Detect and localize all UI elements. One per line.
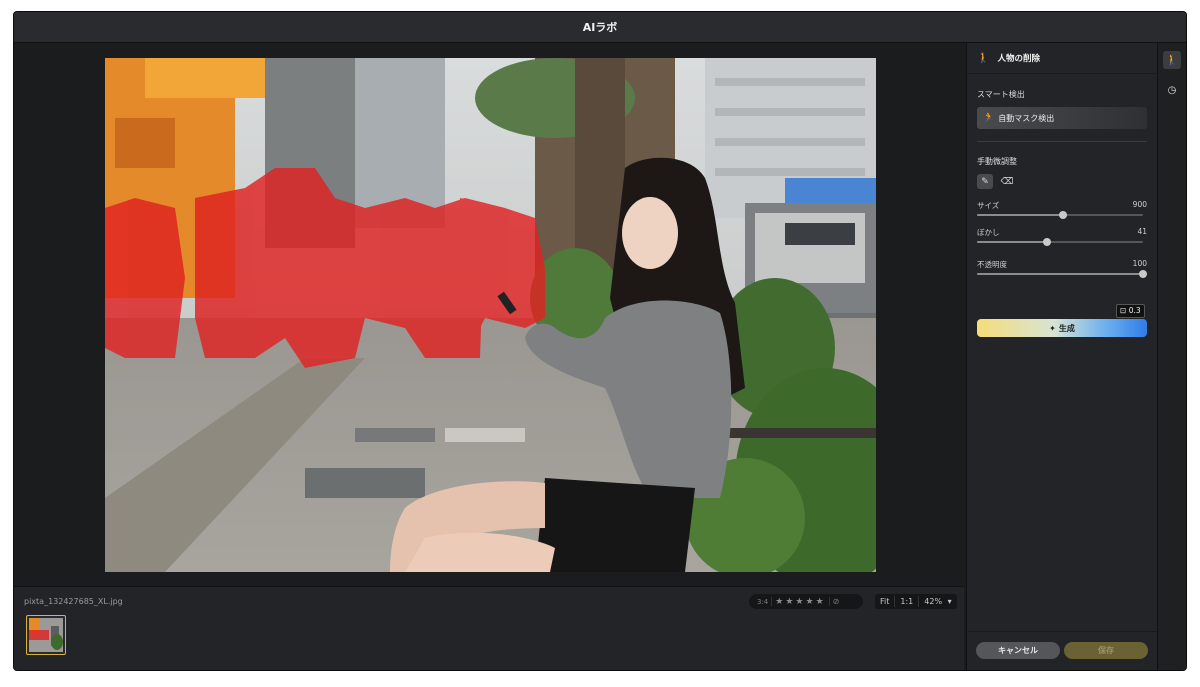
blur-slider-value: 41	[1137, 227, 1147, 236]
generate-label: 生成	[1058, 323, 1075, 333]
ratio-label: 3:4	[757, 597, 769, 606]
credit-cost-badge: ⊡ 0.3	[1116, 304, 1145, 318]
thumbnail-image	[29, 618, 63, 652]
auto-mask-button[interactable]: 🏃 自動マスク検出	[977, 107, 1147, 129]
panel-title: 人物の削除	[997, 54, 1040, 64]
tool-rail: 🚶 ◷	[1157, 43, 1186, 670]
credit-icon: ⊡	[1120, 306, 1127, 315]
blur-slider[interactable]	[977, 238, 1143, 246]
manual-adjust-title: 手動微調整	[977, 157, 1017, 166]
app-window: AIラボ pixta_132427685_XL.jpg 3:4 ★ ★ ★ ★ …	[14, 12, 1186, 670]
zoom-controls: Fit 1:1 42% ▾	[875, 594, 957, 609]
star-4-icon[interactable]: ★	[806, 597, 814, 607]
photo-image	[105, 58, 876, 572]
rating-bar: 3:4 ★ ★ ★ ★ ★ ⊘	[749, 594, 863, 609]
opacity-slider-fill	[977, 273, 1143, 275]
blur-slider-handle[interactable]	[1042, 238, 1051, 246]
eraser-icon: ⌫	[1000, 176, 1014, 187]
canvas-area[interactable]	[14, 43, 964, 583]
brush-tool-button[interactable]: ✎	[977, 174, 993, 189]
divider	[771, 597, 773, 606]
credit-cost-value: 0.3	[1128, 306, 1141, 315]
walking-person-icon: 🏃	[983, 113, 995, 123]
photo-canvas[interactable]	[105, 58, 876, 572]
person-removal-tool-button[interactable]: 🚶	[1163, 51, 1181, 69]
size-slider-value: 900	[1132, 200, 1147, 209]
star-3-icon[interactable]: ★	[795, 597, 803, 607]
thumbnail-selected[interactable]	[26, 615, 66, 655]
zoom-level-select[interactable]: 42% ▾	[919, 594, 956, 609]
panel-header: 🚶 人物の削除	[967, 43, 1157, 74]
generate-button[interactable]: ✦ 生成	[977, 319, 1147, 337]
brush-icon: ✎	[981, 176, 989, 187]
star-1-icon[interactable]: ★	[775, 597, 783, 607]
chevron-down-icon: ▾	[947, 597, 952, 606]
sparkle-icon: ✦	[1049, 323, 1056, 333]
zoom-1to1-button[interactable]: 1:1	[895, 594, 918, 609]
divider	[828, 597, 830, 606]
walking-person-icon: 🚶	[1165, 54, 1179, 66]
title-bar: AIラボ	[14, 12, 1186, 43]
cancel-button[interactable]: キャンセル	[976, 642, 1060, 659]
size-slider-handle[interactable]	[1059, 211, 1068, 219]
blur-slider-label: ぼかし	[977, 228, 1000, 237]
size-slider[interactable]	[977, 211, 1143, 219]
history-button[interactable]: ◷	[1163, 81, 1181, 99]
opacity-slider-label: 不透明度	[977, 260, 1007, 269]
walking-person-icon: 🚶	[977, 52, 990, 64]
size-slider-label: サイズ	[977, 201, 1000, 210]
size-slider-fill	[977, 214, 1064, 216]
window-title: AIラボ	[582, 21, 618, 34]
star-2-icon[interactable]: ★	[785, 597, 793, 607]
zoom-fit-button[interactable]: Fit	[875, 594, 894, 609]
save-button[interactable]: 保存	[1064, 642, 1148, 659]
blur-slider-fill	[977, 241, 1047, 243]
panel-footer: キャンセル 保存	[967, 631, 1157, 670]
tool-panel: 🚶 人物の削除 スマート検出 🏃 自動マスク検出 手動微調整 ✎ ⌫ サイズ 9…	[966, 43, 1157, 670]
auto-mask-label: 自動マスク検出	[998, 113, 1055, 123]
smart-detect-title: スマート検出	[977, 90, 1025, 99]
divider	[977, 141, 1147, 142]
reject-icon[interactable]: ⊘	[833, 597, 840, 606]
zoom-level-value: 42%	[924, 597, 943, 606]
clock-icon: ◷	[1167, 84, 1177, 96]
eraser-tool-button[interactable]: ⌫	[999, 174, 1015, 189]
opacity-slider-value: 100	[1132, 259, 1147, 268]
file-name: pixta_132427685_XL.jpg	[24, 597, 123, 606]
star-5-icon[interactable]: ★	[816, 597, 824, 607]
opacity-slider-handle[interactable]	[1139, 270, 1147, 278]
opacity-slider[interactable]	[977, 270, 1147, 278]
filmstrip-bar: pixta_132427685_XL.jpg 3:4 ★ ★ ★ ★ ★ ⊘ F…	[14, 586, 964, 670]
